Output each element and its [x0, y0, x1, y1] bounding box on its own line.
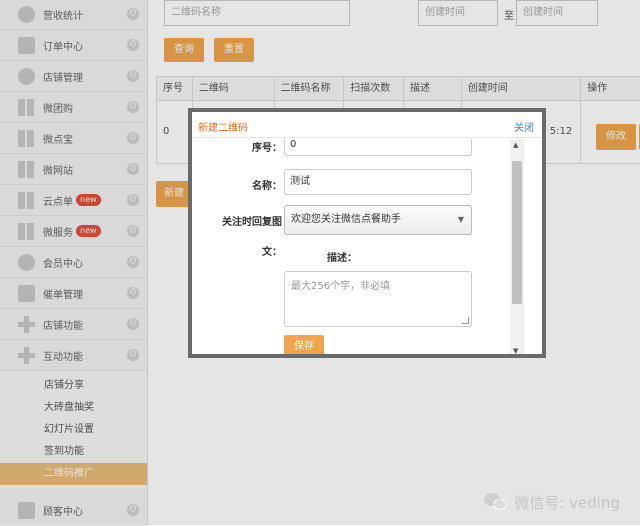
- reply-select-value: 欢迎您关注微信点餐助手: [291, 214, 401, 225]
- watermark: 微信号: veding: [484, 492, 620, 513]
- index-input[interactable]: 0: [284, 139, 472, 156]
- reply-select[interactable]: 欢迎您关注微信点餐助手 ▼: [284, 205, 472, 235]
- chevron-down-icon: ▼: [457, 215, 464, 224]
- desc-placeholder: 最大256个字，非必填: [291, 281, 391, 292]
- wechat-icon: [484, 492, 508, 513]
- watermark-text: 微信号: veding: [514, 494, 620, 512]
- close-link[interactable]: 关闭: [514, 119, 534, 134]
- save-button[interactable]: 保存: [284, 335, 324, 354]
- scroll-up-icon[interactable]: ▲: [513, 141, 518, 149]
- dialog-header: 新建二维码 关闭: [192, 112, 542, 138]
- dialog-title: 新建二维码: [198, 123, 248, 134]
- desc-label: 描述：: [327, 253, 357, 264]
- resize-grip-icon[interactable]: [462, 317, 469, 324]
- reply-label: 关注时回复图: [222, 217, 282, 228]
- scroll-down-icon[interactable]: ▼: [513, 347, 518, 354]
- new-qrcode-dialog: 新建二维码 关闭 序号： 0 名称： 测试 关注时回复图 文： 欢迎您关注微信点…: [188, 108, 546, 358]
- reply-label-cont: 文：: [262, 247, 282, 258]
- scroll-thumb[interactable]: [512, 161, 522, 304]
- dialog-body: 序号： 0 名称： 测试 关注时回复图 文： 欢迎您关注微信点餐助手 ▼ 描述：…: [192, 139, 522, 354]
- dialog-scrollbar[interactable]: ▲ ▼: [510, 139, 524, 354]
- desc-textarea[interactable]: 最大256个字，非必填: [284, 271, 472, 327]
- index-label: 序号：: [252, 143, 282, 154]
- name-input[interactable]: 测试: [284, 169, 472, 195]
- name-label: 名称：: [252, 181, 282, 192]
